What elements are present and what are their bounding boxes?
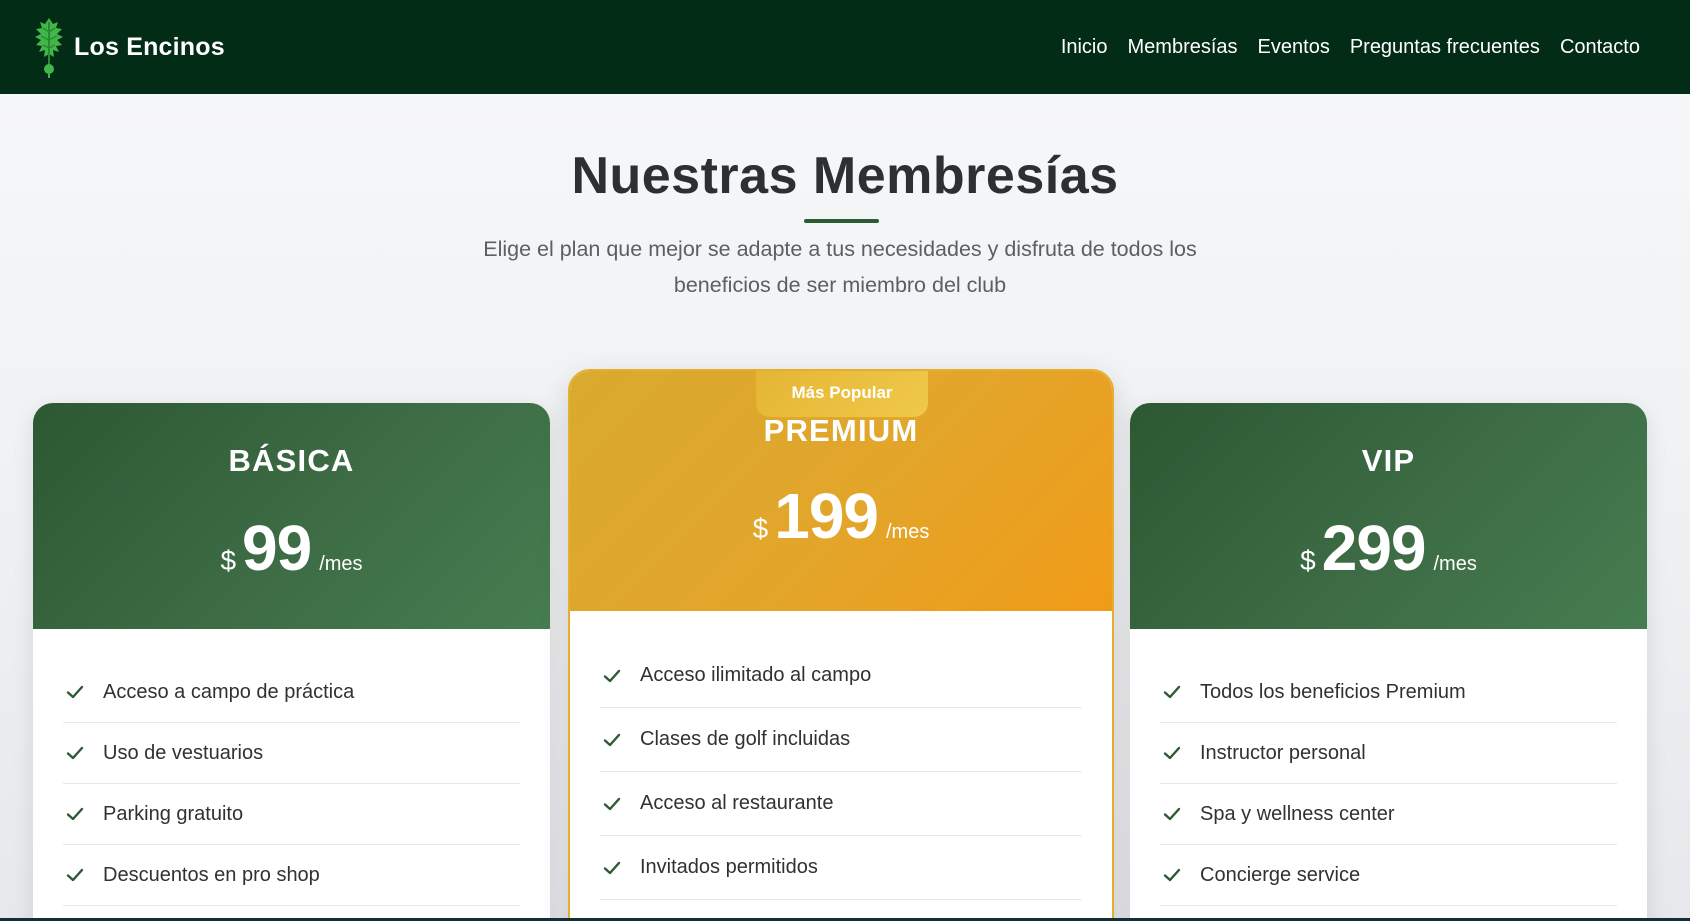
check-icon	[66, 685, 84, 699]
page-subtitle: Elige el plan que mejor se adapte a tus …	[483, 237, 1197, 297]
main-nav: Inicio Membresías Eventos Preguntas frec…	[1041, 36, 1640, 59]
check-icon	[66, 746, 84, 760]
feature-item: Todos los beneficios Premium	[1160, 662, 1617, 723]
check-icon	[603, 733, 621, 746]
check-icon	[1163, 685, 1181, 699]
feature-item: Spa y wellness center	[1160, 784, 1617, 845]
plan-name: VIP	[1361, 443, 1416, 478]
nav-contacto[interactable]: Contacto	[1560, 36, 1640, 59]
feature-item: Acceso al restaurante	[600, 772, 1082, 836]
feature-text: Todos los beneficios Premium	[1200, 680, 1466, 703]
plan-card-vip[interactable]: VIP $ 299 /mes Todos los beneficios Prem…	[1130, 403, 1647, 921]
top-navbar: Los Encinos Inicio Membresías Eventos Pr…	[0, 0, 1690, 94]
plan-card-premium[interactable]: Más Popular PREMIUM $ 199 /mes Acceso il…	[568, 369, 1114, 921]
feature-item: Acceso ilimitado al campo	[600, 644, 1082, 708]
price-currency: $	[752, 513, 769, 544]
feature-text: Descuentos en pro shop	[103, 863, 320, 886]
nav-inicio[interactable]: Inicio	[1061, 36, 1108, 59]
feature-text: Acceso ilimitado al campo	[640, 664, 872, 686]
feature-text: Instructor personal	[1200, 741, 1366, 764]
feature-text: Clases de golf incluidas	[640, 728, 851, 750]
price-amount: 99	[242, 512, 312, 584]
nav-preguntas-frecuentes[interactable]: Preguntas frecuentes	[1350, 36, 1540, 59]
feature-text: Parking gratuito	[103, 802, 244, 825]
price-currency: $	[1300, 545, 1316, 576]
feature-item: Acceso a campo de práctica	[63, 662, 520, 723]
plan-header: VIP $ 299 /mes	[1130, 403, 1647, 629]
nav-membresias[interactable]: Membresías	[1128, 36, 1238, 59]
price-period: /mes	[1433, 553, 1477, 575]
check-icon	[603, 669, 621, 682]
plan-header: BÁSICA $ 99 /mes	[33, 403, 550, 629]
feature-list: Acceso ilimitado al campo Clases de golf…	[600, 644, 1082, 900]
feature-list: Todos los beneficios Premium Instructor …	[1160, 662, 1617, 906]
feature-text: Acceso a campo de práctica	[103, 680, 355, 703]
title-underline	[804, 219, 879, 223]
feature-item: Instructor personal	[1160, 723, 1617, 784]
plan-name: PREMIUM	[763, 413, 919, 448]
plan-price: $ 99 /mes	[33, 511, 550, 585]
brand-name: Los Encinos	[74, 32, 225, 61]
plan-card-basica[interactable]: BÁSICA $ 99 /mes Acceso a campo de práct…	[33, 403, 550, 921]
plan-header: Más Popular PREMIUM $ 199 /mes	[570, 371, 1112, 611]
feature-text: Invitados permitidos	[640, 856, 818, 878]
plan-name: BÁSICA	[228, 443, 355, 478]
plan-price: $ 199 /mes	[570, 479, 1112, 553]
check-icon	[66, 807, 84, 821]
feature-item: Descuentos en pro shop	[63, 845, 520, 906]
page-title: Nuestras Membresías	[571, 147, 1119, 205]
check-icon	[603, 861, 621, 874]
feature-item: Uso de vestuarios	[63, 723, 520, 784]
feature-text: Uso de vestuarios	[103, 741, 264, 764]
feature-text: Spa y wellness center	[1200, 802, 1395, 825]
check-icon	[1163, 746, 1181, 760]
check-icon	[603, 797, 621, 810]
price-currency: $	[220, 545, 237, 576]
price-period: /mes	[319, 553, 363, 575]
brand[interactable]: Los Encinos	[30, 16, 225, 78]
memberships-section: Nuestras Membresías Elige el plan que me…	[0, 94, 1690, 921]
feature-item: Concierge service	[1160, 845, 1617, 906]
feature-item: Invitados permitidos	[600, 836, 1082, 900]
price-period: /mes	[886, 521, 930, 543]
check-icon	[1163, 807, 1181, 821]
check-icon	[1163, 868, 1181, 882]
feature-list: Acceso a campo de práctica Uso de vestua…	[63, 662, 520, 906]
nav-eventos[interactable]: Eventos	[1258, 36, 1330, 59]
price-amount: 199	[774, 480, 879, 552]
feature-item: Parking gratuito	[63, 784, 520, 845]
oak-leaf-icon	[35, 18, 63, 78]
popular-badge: Más Popular	[756, 371, 928, 417]
feature-item: Clases de golf incluidas	[600, 708, 1082, 772]
check-icon	[66, 868, 84, 882]
feature-text: Acceso al restaurante	[640, 792, 834, 814]
plan-price: $ 299 /mes	[1130, 511, 1647, 585]
price-amount: 299	[1321, 512, 1427, 584]
feature-text: Concierge service	[1200, 863, 1361, 886]
